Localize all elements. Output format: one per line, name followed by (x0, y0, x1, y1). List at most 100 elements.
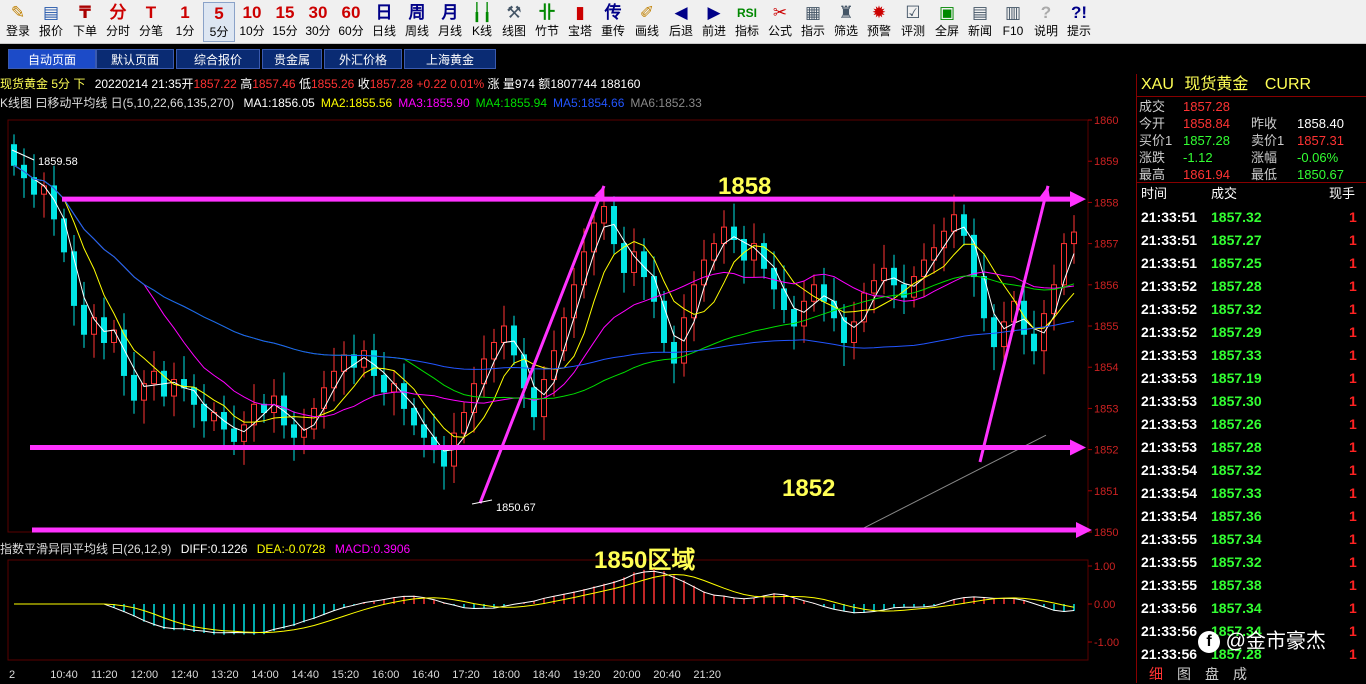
candle-up (721, 226, 727, 245)
toolbar-label: 指示 (800, 24, 825, 38)
toolbar-formula-button[interactable]: ✂ 公式 (764, 2, 796, 42)
toolbar-period-15m-button[interactable]: 15 15分 (269, 2, 301, 42)
toolbar-news-button[interactable]: ▤ 新闻 (964, 2, 996, 42)
macd-dea-line (14, 573, 1075, 634)
tab-2[interactable]: 默认页面 (96, 49, 174, 69)
tab-5[interactable]: 外汇价格 (324, 49, 402, 69)
trade-row: 21:33:51 1857.27 1 (1137, 229, 1363, 252)
candle-down (891, 267, 897, 286)
toolbar-f10-button[interactable]: ▥ F10 (997, 2, 1029, 42)
toolbar-period-1m-button[interactable]: 1 1分 (168, 2, 202, 42)
high-marker-label: 1859.58 (38, 156, 78, 168)
trades-header: 时间 成交 现手 (1139, 185, 1365, 202)
panel-tab-4[interactable]: 成 (1233, 664, 1247, 684)
trade-row: 21:33:53 1857.33 1 (1137, 344, 1363, 367)
macd-diff: DIFF:0.1226 (180, 542, 248, 556)
toolbar-daily-button[interactable]: 日日线 (368, 2, 400, 42)
y-tick-label: 1850 (1094, 527, 1118, 539)
toolbar-quote-button[interactable]: ▤ 报价 (34, 2, 68, 42)
toolbar-forward-button[interactable]: ▶ 前进 (698, 2, 730, 42)
trade-row: 21:33:53 1857.30 1 (1137, 390, 1363, 413)
toolbar-help-button[interactable]: ? 说明 (1030, 2, 1062, 42)
x-tick-label: 14:40 (291, 669, 319, 681)
toolbar-period-10m-button[interactable]: 10 10分 (236, 2, 268, 42)
trade-price: 1857.32 (1211, 554, 1262, 570)
formula-icon: ✂ (772, 3, 788, 22)
y-tick-label: 1859 (1094, 156, 1118, 168)
toolbar-pagoda-button[interactable]: ▮ 宝塔 (564, 2, 596, 42)
toolbar-fullscreen-button[interactable]: ▣ 全屏 (931, 2, 963, 42)
tab-4[interactable]: 贵金属 (262, 49, 322, 69)
panel-tab-1[interactable]: 细 (1149, 664, 1163, 684)
trade-price: 1857.34 (1211, 531, 1262, 547)
x-tick-label: 14:00 (251, 669, 279, 681)
trade-price: 1857.30 (1211, 393, 1262, 409)
toolbar-indicator-button[interactable]: ▦ 指示 (797, 2, 829, 42)
trade-time: 21:33:53 (1141, 393, 1198, 409)
candle-up (151, 370, 157, 385)
quote-label: 买价1 (1139, 133, 1173, 148)
toolbar-tick-button[interactable]: T 分笔 (135, 2, 167, 42)
toolbar-rsi-button[interactable]: RSI 指标 (731, 2, 763, 42)
toolbar-label: 线图 (501, 24, 526, 38)
ma5-value: MA5:1854.66 (553, 96, 625, 110)
toolbar-timeshare-button[interactable]: 分分时 (102, 2, 134, 42)
panel-tab-2[interactable]: 图 (1177, 664, 1191, 684)
macd-label[interactable]: 指数平滑异同平均线 曰(26,12,9) (0, 542, 171, 556)
panel-tab-3[interactable]: 盘 (1205, 664, 1219, 684)
y-tick-label: 1854 (1094, 362, 1118, 374)
candle-down (441, 449, 447, 467)
toolbar-order-button[interactable]: ₸ 下单 (69, 2, 101, 42)
bamboo-icon: 卝 (538, 3, 556, 22)
toolbar-label: 30分 (305, 24, 331, 38)
toolbar-evaluate-button[interactable]: ☑ 评测 (896, 2, 930, 42)
trade-row: 21:33:55 1857.38 1 (1137, 574, 1363, 597)
toolbar-label: 月线 (437, 24, 462, 38)
toolbar-login-button[interactable]: ✎ 登录 (3, 2, 33, 42)
toolbar-label: 周线 (404, 24, 429, 38)
toolbar-period-5m-button[interactable]: 5 5分 (203, 2, 235, 42)
candle-down (261, 403, 267, 414)
toolbar-filter-button[interactable]: ♜ 筛选 (830, 2, 862, 42)
kline-icon: ╽╽ (471, 3, 493, 22)
ma-label[interactable]: K线图 曰移动平均线 日(5,10,22,66,135,270) (0, 96, 234, 110)
candle-down (201, 403, 207, 422)
toolbar-weekly-button[interactable]: 周周线 (401, 2, 433, 42)
trade-qty: 1 (1349, 301, 1357, 317)
x-tick-label: 15:20 (332, 669, 360, 681)
toolbar-label: 评测 (900, 24, 925, 38)
toolbar-label: 画线 (634, 24, 659, 38)
toolbar-back-button[interactable]: ◀ 后退 (665, 2, 697, 42)
tab-1[interactable]: 自动页面 (8, 49, 96, 69)
toolbar-period-60m-button[interactable]: 60 60分 (335, 2, 367, 42)
toolbar-tips-button[interactable]: ?! 提示 (1063, 2, 1095, 42)
amount-label: 额 (538, 77, 551, 91)
toolbar-resend-button[interactable]: 传重传 (597, 2, 629, 42)
trade-row: 21:33:52 1857.28 1 (1137, 275, 1363, 298)
low-marker-label: 1850.67 (496, 502, 536, 514)
toolbar-draw-line-button[interactable]: ✐ 画线 (630, 2, 664, 42)
trade-price: 1857.32 (1211, 301, 1262, 317)
tab-6[interactable]: 上海黄金 (404, 49, 496, 69)
change-value: +0.22 (416, 77, 447, 91)
toolbar-label: 重传 (600, 24, 625, 38)
toolbar-bamboo-button[interactable]: 卝竹节 (531, 2, 563, 42)
quote-value: -0.06% (1297, 150, 1339, 165)
candle-up (851, 321, 857, 343)
quote-label: 最低 (1251, 167, 1278, 182)
toolbar-monthly-button[interactable]: 月月线 (434, 2, 466, 42)
toolbar-kline-button[interactable]: ╽╽ K线 (467, 2, 497, 42)
low-value: 1855.26 (310, 77, 355, 91)
price-chart[interactable]: 1860 1859 1858 1857 1856 1855 1854 1853 1852 1851… (0, 112, 1134, 683)
tab-3[interactable]: 综合报价 (176, 49, 260, 69)
trades-qty-header: 现手 (1329, 186, 1356, 201)
x-tick-label: 21:20 (693, 669, 721, 681)
toolbar-period-30m-button[interactable]: 30 30分 (302, 2, 334, 42)
toolbar-label: K线 (471, 24, 492, 38)
toolbar-label: 全屏 (934, 24, 959, 38)
trade-row: 21:33:51 1857.25 1 (1137, 252, 1363, 275)
toolbar-line-chart-button[interactable]: ⚒ 线图 (498, 2, 530, 42)
candle-up (861, 292, 867, 323)
toolbar-alert-button[interactable]: ✹ 预警 (863, 2, 895, 42)
monthly-icon: 月 (441, 3, 459, 22)
